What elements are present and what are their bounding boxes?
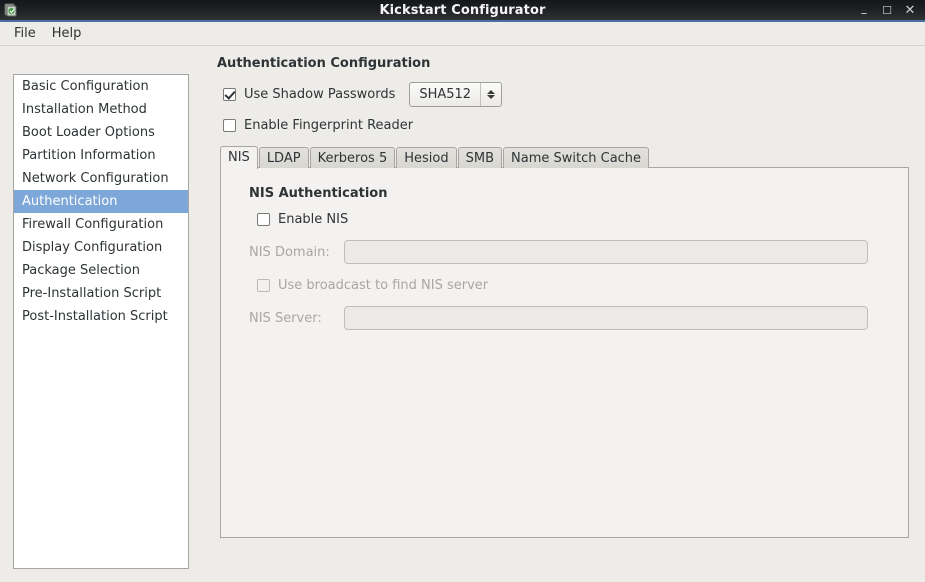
use-broadcast-label: Use broadcast to find NIS server	[278, 277, 489, 293]
sidebar-item-boot-loader-options[interactable]: Boot Loader Options	[14, 121, 188, 144]
app-icon	[3, 2, 19, 18]
menu-item-file[interactable]: File	[6, 24, 44, 43]
maximize-button[interactable]: ☐	[881, 5, 893, 16]
sidebar-item-pre-installation-script[interactable]: Pre-Installation Script	[14, 282, 188, 305]
page-title: Authentication Configuration	[217, 56, 431, 71]
chevron-up-icon	[487, 89, 496, 94]
nis-server-row: NIS Server:	[249, 305, 892, 331]
nis-domain-label: NIS Domain:	[249, 244, 330, 260]
minimize-button[interactable]: –	[858, 7, 870, 20]
menu-bar: File Help	[0, 22, 925, 46]
tab-smb[interactable]: SMB	[457, 147, 503, 168]
nis-domain-input[interactable]	[344, 240, 868, 264]
workspace: Basic Configuration Installation Method …	[0, 46, 925, 581]
use-shadow-passwords-label: Use Shadow Passwords	[244, 86, 396, 102]
nis-server-label: NIS Server:	[249, 310, 322, 326]
enable-nis-checkbox[interactable]	[257, 212, 270, 226]
nis-server-input[interactable]	[344, 306, 868, 330]
auth-tab-bar: NIS LDAP Kerberos 5 Hesiod SMB Name Swit…	[220, 145, 915, 169]
sidebar-item-post-installation-script[interactable]: Post-Installation Script	[14, 305, 188, 328]
nis-broadcast-row: Use broadcast to find NIS server	[257, 275, 892, 295]
sidebar-item-installation-method[interactable]: Installation Method	[14, 98, 188, 121]
fingerprint-reader-row: Enable Fingerprint Reader	[223, 114, 915, 136]
tab-hesiod[interactable]: Hesiod	[396, 147, 457, 168]
enable-nis-row: Enable NIS	[257, 209, 892, 229]
tab-ldap[interactable]: LDAP	[258, 147, 309, 168]
main-panel: Authentication Configuration Use Shadow …	[211, 56, 915, 567]
nis-tab-panel: NIS Authentication Enable NIS NIS Domain…	[220, 167, 909, 538]
tab-kerberos-5[interactable]: Kerberos 5	[309, 147, 396, 168]
sidebar-item-authentication[interactable]: Authentication	[14, 190, 188, 213]
sidebar-item-network-configuration[interactable]: Network Configuration	[14, 167, 188, 190]
chevron-down-icon	[487, 94, 496, 99]
nis-domain-row: NIS Domain:	[249, 239, 892, 265]
password-algorithm-select[interactable]: SHA512	[409, 81, 503, 107]
tab-name-switch-cache[interactable]: Name Switch Cache	[503, 147, 650, 168]
sidebar-item-basic-configuration[interactable]: Basic Configuration	[14, 75, 188, 98]
sidebar-list[interactable]: Basic Configuration Installation Method …	[13, 74, 189, 569]
nis-section-title: NIS Authentication	[249, 186, 388, 201]
title-bar: Kickstart Configurator – ☐ ✕	[0, 0, 925, 22]
spinner-arrows-icon[interactable]	[480, 82, 501, 106]
sidebar-item-package-selection[interactable]: Package Selection	[14, 259, 188, 282]
sidebar-item-partition-information[interactable]: Partition Information	[14, 144, 188, 167]
enable-fingerprint-reader-label: Enable Fingerprint Reader	[244, 117, 414, 133]
close-button[interactable]: ✕	[904, 4, 916, 17]
menu-item-help[interactable]: Help	[44, 24, 90, 43]
enable-nis-label: Enable NIS	[278, 211, 349, 227]
sidebar-item-display-configuration[interactable]: Display Configuration	[14, 236, 188, 259]
shadow-passwords-row: Use Shadow Passwords SHA512	[223, 81, 915, 107]
use-shadow-passwords-checkbox[interactable]	[223, 87, 236, 101]
enable-fingerprint-reader-checkbox[interactable]	[223, 118, 236, 132]
use-broadcast-checkbox[interactable]	[257, 278, 270, 292]
tab-nis[interactable]: NIS	[220, 146, 258, 169]
sidebar-item-firewall-configuration[interactable]: Firewall Configuration	[14, 213, 188, 236]
password-algorithm-value: SHA512	[419, 86, 472, 102]
window-controls: – ☐ ✕	[858, 4, 925, 20]
window-title: Kickstart Configurator	[379, 2, 546, 18]
